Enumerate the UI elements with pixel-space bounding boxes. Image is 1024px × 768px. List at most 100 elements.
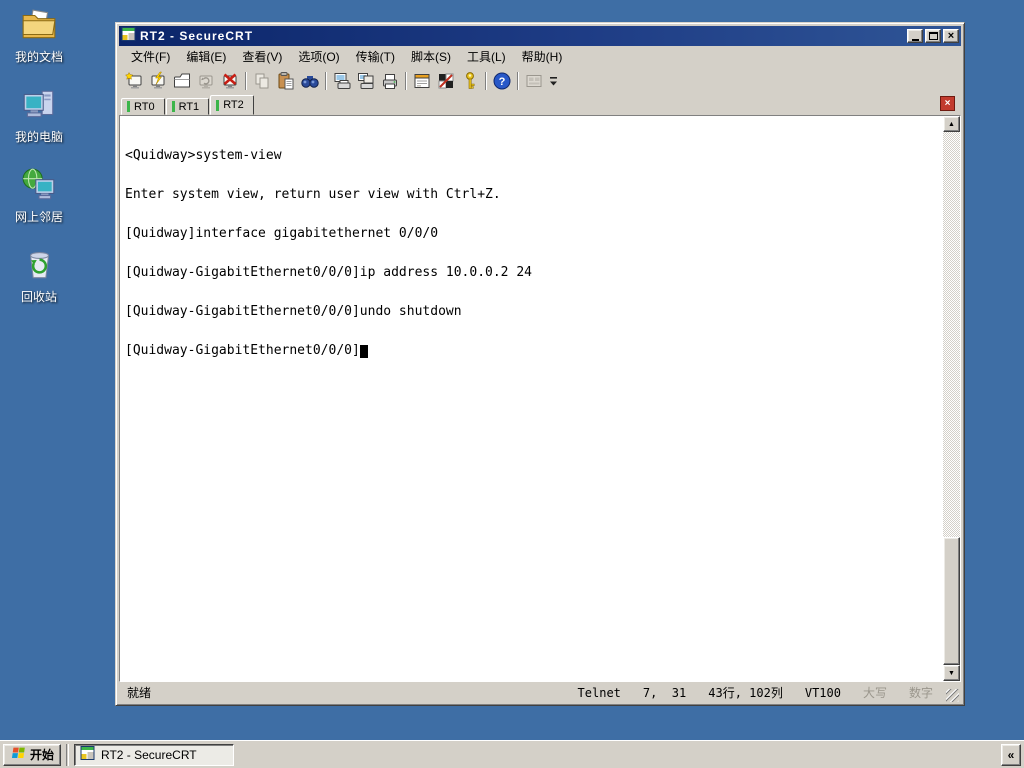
- scroll-down-icon: ▼: [948, 669, 955, 677]
- session-status-indicator: [216, 99, 220, 111]
- desktop-icon-label: 回收站: [20, 290, 57, 304]
- menu-help[interactable]: 帮助(H): [514, 46, 571, 67]
- tab-rt2[interactable]: RT2: [210, 95, 254, 115]
- terminal-line: Enter system view, return user view with…: [125, 187, 501, 202]
- resize-grip[interactable]: [946, 689, 959, 702]
- status-emulation: VT100: [804, 685, 841, 700]
- start-label: 开始: [30, 748, 55, 762]
- scroll-up-icon: ▲: [948, 120, 955, 128]
- quick-connect-icon[interactable]: [122, 70, 146, 92]
- window-titlebar[interactable]: RT2 - SecureCRT ×: [119, 26, 961, 46]
- connect-icon[interactable]: [146, 70, 170, 92]
- window-title: RT2 - SecureCRT: [140, 29, 254, 43]
- scrollbar-thumb[interactable]: [943, 537, 960, 665]
- collapse-chevron-icon: «: [1007, 747, 1015, 762]
- menu-bar: 文件(F) 编辑(E) 查看(V) 选项(O) 传输(T) 脚本(S) 工具(L…: [119, 46, 961, 67]
- status-terminal-size: 43行, 102列: [708, 686, 783, 700]
- terminal-line: <Quidway>system-view: [125, 148, 282, 163]
- my-computer-icon: [2, 86, 76, 124]
- minimize-icon: [911, 38, 919, 41]
- find-icon[interactable]: [298, 70, 322, 92]
- session-options-icon[interactable]: [410, 70, 434, 92]
- terminal-line: [Quidway-GigabitEthernet0/0/0]ip address…: [125, 265, 532, 280]
- desktop-icon-label: 我的文档: [14, 50, 63, 64]
- toolbar: ?: [119, 67, 961, 94]
- svg-text:?: ?: [499, 76, 506, 88]
- menu-view[interactable]: 查看(V): [234, 46, 290, 67]
- start-button[interactable]: 开始: [3, 743, 62, 766]
- menu-file[interactable]: 文件(F): [123, 46, 178, 67]
- status-num-lock: 数字: [908, 686, 933, 700]
- session-status-indicator: [171, 101, 175, 112]
- copy-icon[interactable]: [250, 70, 274, 92]
- taskbar: 开始 RT2 - SecureCRT «: [0, 740, 1024, 768]
- securecrt-window: RT2 - SecureCRT × 文件(F) 编辑(E) 查看(V) 选项(O…: [115, 22, 965, 706]
- desktop: 我的文档 我的电脑 网上邻居 回收站 RT2 - SecureCRT × 文件(…: [0, 0, 1024, 768]
- tab-rt0[interactable]: RT0: [121, 98, 165, 115]
- securecrt-app-icon: [80, 746, 95, 763]
- notification-collapse-button[interactable]: «: [1001, 743, 1021, 766]
- tab-label: RT1: [178, 100, 200, 113]
- status-bar: 就绪 Telnet 7, 31 43行, 102列 VT100 大写 数字: [119, 682, 961, 702]
- status-ready: 就绪: [127, 686, 152, 700]
- scroll-up-button[interactable]: ▲: [943, 116, 960, 132]
- terminal-line: [Quidway-GigabitEthernet0/0/0]undo shutd…: [125, 304, 462, 319]
- desktop-icon-my-computer[interactable]: 我的电脑: [2, 86, 76, 145]
- tab-close-icon: ×: [944, 97, 951, 109]
- menu-edit[interactable]: 编辑(E): [178, 46, 234, 67]
- print-setup-icon[interactable]: [354, 70, 378, 92]
- terminal-cursor: [359, 345, 368, 358]
- desktop-icon-label: 网上邻居: [14, 210, 63, 224]
- menu-tools[interactable]: 工具(L): [459, 46, 514, 67]
- tab-rt1[interactable]: RT1: [165, 98, 210, 115]
- print-icon[interactable]: [378, 70, 402, 92]
- my-documents-icon: [2, 6, 76, 44]
- windows-logo-icon: [10, 746, 26, 763]
- recycle-bin-icon: [2, 246, 76, 284]
- maximize-button[interactable]: [925, 29, 941, 43]
- toolbar-separator: [325, 71, 327, 90]
- terminal-line: [Quidway]interface gigabitethernet 0/0/0: [125, 226, 439, 241]
- desktop-icon-recycle-bin[interactable]: 回收站: [2, 246, 76, 305]
- tab-label: RT2: [223, 99, 244, 111]
- close-icon: ×: [947, 30, 955, 42]
- menu-transfer[interactable]: 传输(T): [348, 46, 403, 67]
- menu-options[interactable]: 选项(O): [290, 46, 347, 67]
- keymap-icon[interactable]: [458, 70, 482, 92]
- session-tab-bar: RT0 RT1 RT2 ×: [119, 94, 961, 115]
- status-protocol: Telnet: [577, 685, 621, 700]
- misc-disabled-icon[interactable]: [522, 70, 546, 92]
- terminal-area[interactable]: <Quidway>system-view Enter system view, …: [119, 115, 961, 682]
- task-label: RT2 - SecureCRT: [101, 747, 197, 762]
- reconnect-icon[interactable]: [194, 70, 218, 92]
- new-tab-icon[interactable]: [170, 70, 194, 92]
- securecrt-app-icon: [121, 26, 136, 46]
- tab-close-button[interactable]: ×: [940, 96, 955, 111]
- desktop-icon-label: 我的电脑: [14, 130, 63, 144]
- disconnect-icon[interactable]: [218, 70, 242, 92]
- toolbar-separator: [517, 71, 519, 90]
- vertical-scrollbar[interactable]: ▲ ▼: [943, 116, 960, 681]
- paste-icon[interactable]: [274, 70, 298, 92]
- desktop-icon-my-documents[interactable]: 我的文档: [2, 6, 76, 65]
- minimize-button[interactable]: [907, 29, 923, 43]
- close-button[interactable]: ×: [943, 29, 959, 43]
- session-status-indicator: [127, 101, 130, 112]
- status-cursor-position: 7, 31: [642, 685, 687, 700]
- toolbar-overflow-icon[interactable]: [546, 72, 560, 92]
- toolbar-separator: [405, 71, 407, 90]
- tab-label: RT0: [134, 100, 155, 113]
- scroll-down-button[interactable]: ▼: [943, 665, 960, 681]
- desktop-icon-network-places[interactable]: 网上邻居: [2, 166, 76, 225]
- taskbar-separator: [66, 743, 70, 766]
- menu-script[interactable]: 脚本(S): [403, 46, 459, 67]
- taskbar-task-securecrt[interactable]: RT2 - SecureCRT: [74, 743, 235, 766]
- terminal-text: <Quidway>system-view Enter system view, …: [120, 116, 943, 681]
- network-places-icon: [2, 166, 76, 204]
- global-options-icon[interactable]: [434, 70, 458, 92]
- print-preview-icon[interactable]: [330, 70, 354, 92]
- toolbar-separator: [245, 71, 247, 90]
- help-icon[interactable]: ?: [490, 70, 514, 92]
- terminal-prompt-line: [Quidway-GigabitEthernet0/0/0]: [125, 344, 943, 358]
- status-caps-lock: 大写: [862, 686, 887, 700]
